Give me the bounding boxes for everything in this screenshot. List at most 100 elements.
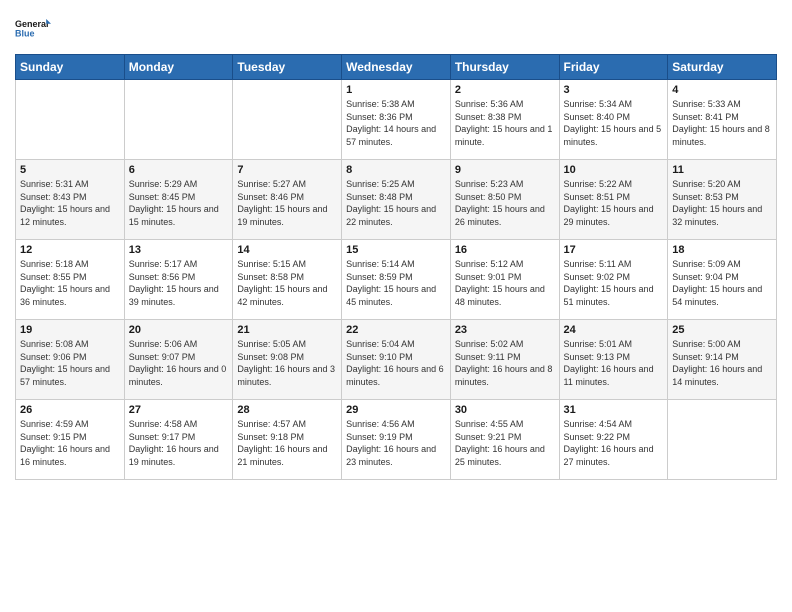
week-row-3: 12 Sunrise: 5:18 AMSunset: 8:55 PMDayligh… (16, 240, 777, 320)
day-number: 12 (20, 244, 120, 256)
calendar-cell: 22 Sunrise: 5:04 AMSunset: 9:10 PMDayligh… (342, 320, 451, 400)
day-info: Sunrise: 5:06 AMSunset: 9:07 PMDaylight:… (129, 338, 229, 388)
calendar-cell: 13 Sunrise: 5:17 AMSunset: 8:56 PMDayligh… (124, 240, 233, 320)
weekday-header-tuesday: Tuesday (233, 55, 342, 80)
calendar-cell: 12 Sunrise: 5:18 AMSunset: 8:55 PMDayligh… (16, 240, 125, 320)
day-info: Sunrise: 4:56 AMSunset: 9:19 PMDaylight:… (346, 418, 446, 468)
day-info: Sunrise: 5:29 AMSunset: 8:45 PMDaylight:… (129, 178, 229, 228)
weekday-header-sunday: Sunday (16, 55, 125, 80)
day-info: Sunrise: 5:23 AMSunset: 8:50 PMDaylight:… (455, 178, 555, 228)
day-info: Sunrise: 5:38 AMSunset: 8:36 PMDaylight:… (346, 98, 446, 148)
day-number: 16 (455, 244, 555, 256)
day-info: Sunrise: 5:14 AMSunset: 8:59 PMDaylight:… (346, 258, 446, 308)
calendar-cell: 4 Sunrise: 5:33 AMSunset: 8:41 PMDaylight… (668, 80, 777, 160)
calendar-cell: 29 Sunrise: 4:56 AMSunset: 9:19 PMDayligh… (342, 400, 451, 480)
calendar-cell: 8 Sunrise: 5:25 AMSunset: 8:48 PMDaylight… (342, 160, 451, 240)
day-info: Sunrise: 5:34 AMSunset: 8:40 PMDaylight:… (564, 98, 664, 148)
day-number: 6 (129, 164, 229, 176)
day-info: Sunrise: 5:31 AMSunset: 8:43 PMDaylight:… (20, 178, 120, 228)
svg-text:Blue: Blue (15, 28, 35, 38)
calendar-cell (233, 80, 342, 160)
day-info: Sunrise: 4:54 AMSunset: 9:22 PMDaylight:… (564, 418, 664, 468)
weekday-header-monday: Monday (124, 55, 233, 80)
day-info: Sunrise: 4:55 AMSunset: 9:21 PMDaylight:… (455, 418, 555, 468)
calendar-cell: 15 Sunrise: 5:14 AMSunset: 8:59 PMDayligh… (342, 240, 451, 320)
day-number: 20 (129, 324, 229, 336)
day-info: Sunrise: 5:22 AMSunset: 8:51 PMDaylight:… (564, 178, 664, 228)
calendar-cell: 17 Sunrise: 5:11 AMSunset: 9:02 PMDayligh… (559, 240, 668, 320)
day-info: Sunrise: 5:20 AMSunset: 8:53 PMDaylight:… (672, 178, 772, 228)
day-info: Sunrise: 5:25 AMSunset: 8:48 PMDaylight:… (346, 178, 446, 228)
day-info: Sunrise: 4:57 AMSunset: 9:18 PMDaylight:… (237, 418, 337, 468)
day-number: 19 (20, 324, 120, 336)
day-info: Sunrise: 5:11 AMSunset: 9:02 PMDaylight:… (564, 258, 664, 308)
calendar-cell: 23 Sunrise: 5:02 AMSunset: 9:11 PMDayligh… (450, 320, 559, 400)
calendar-cell: 7 Sunrise: 5:27 AMSunset: 8:46 PMDaylight… (233, 160, 342, 240)
day-number: 22 (346, 324, 446, 336)
calendar-cell: 21 Sunrise: 5:05 AMSunset: 9:08 PMDayligh… (233, 320, 342, 400)
calendar-cell: 28Sunrise: 4:57 AMSunset: 9:18 PMDayligh… (233, 400, 342, 480)
calendar-cell (668, 400, 777, 480)
day-info: Sunrise: 5:15 AMSunset: 8:58 PMDaylight:… (237, 258, 337, 308)
day-info: Sunrise: 4:58 AMSunset: 9:17 PMDaylight:… (129, 418, 229, 468)
calendar-cell: 9 Sunrise: 5:23 AMSunset: 8:50 PMDaylight… (450, 160, 559, 240)
calendar-cell: 2 Sunrise: 5:36 AMSunset: 8:38 PMDaylight… (450, 80, 559, 160)
calendar-cell: 16 Sunrise: 5:12 AMSunset: 9:01 PMDayligh… (450, 240, 559, 320)
day-number: 1 (346, 84, 446, 96)
day-number: 3 (564, 84, 664, 96)
day-info: Sunrise: 5:17 AMSunset: 8:56 PMDaylight:… (129, 258, 229, 308)
day-number: 5 (20, 164, 120, 176)
day-info: Sunrise: 5:02 AMSunset: 9:11 PMDaylight:… (455, 338, 555, 388)
day-info: Sunrise: 5:05 AMSunset: 9:08 PMDaylight:… (237, 338, 337, 388)
calendar-cell: 26Sunrise: 4:59 AMSunset: 9:15 PMDayligh… (16, 400, 125, 480)
logo: General Blue (15, 10, 51, 46)
week-row-1: 1 Sunrise: 5:38 AMSunset: 8:36 PMDaylight… (16, 80, 777, 160)
day-info: Sunrise: 5:08 AMSunset: 9:06 PMDaylight:… (20, 338, 120, 388)
day-number: 23 (455, 324, 555, 336)
day-number: 7 (237, 164, 337, 176)
day-number: 8 (346, 164, 446, 176)
day-info: Sunrise: 5:01 AMSunset: 9:13 PMDaylight:… (564, 338, 664, 388)
day-info: Sunrise: 5:27 AMSunset: 8:46 PMDaylight:… (237, 178, 337, 228)
calendar-cell: 11 Sunrise: 5:20 AMSunset: 8:53 PMDayligh… (668, 160, 777, 240)
day-info: Sunrise: 5:00 AMSunset: 9:14 PMDaylight:… (672, 338, 772, 388)
day-number: 2 (455, 84, 555, 96)
day-number: 14 (237, 244, 337, 256)
calendar-cell: 6 Sunrise: 5:29 AMSunset: 8:45 PMDaylight… (124, 160, 233, 240)
day-info: Sunrise: 5:04 AMSunset: 9:10 PMDaylight:… (346, 338, 446, 388)
day-info: Sunrise: 5:09 AMSunset: 9:04 PMDaylight:… (672, 258, 772, 308)
day-number: 15 (346, 244, 446, 256)
weekday-header-row: SundayMondayTuesdayWednesdayThursdayFrid… (16, 55, 777, 80)
day-number: 4 (672, 84, 772, 96)
calendar-cell: 27 Sunrise: 4:58 AMSunset: 9:17 PMDayligh… (124, 400, 233, 480)
day-number: 9 (455, 164, 555, 176)
calendar-cell: 24 Sunrise: 5:01 AMSunset: 9:13 PMDayligh… (559, 320, 668, 400)
day-number: 10 (564, 164, 664, 176)
logo-svg: General Blue (15, 10, 51, 46)
header: General Blue (15, 10, 777, 46)
day-number: 21 (237, 324, 337, 336)
day-number: 24 (564, 324, 664, 336)
calendar-cell (16, 80, 125, 160)
day-info: Sunrise: 5:18 AMSunset: 8:55 PMDaylight:… (20, 258, 120, 308)
day-info: Sunrise: 4:59 AMSunset: 9:15 PMDaylight:… (20, 418, 120, 468)
weekday-header-saturday: Saturday (668, 55, 777, 80)
day-number: 17 (564, 244, 664, 256)
calendar-cell: 30Sunrise: 4:55 AMSunset: 9:21 PMDayligh… (450, 400, 559, 480)
day-number: 29 (346, 404, 446, 416)
weekday-header-friday: Friday (559, 55, 668, 80)
day-number: 11 (672, 164, 772, 176)
week-row-5: 26Sunrise: 4:59 AMSunset: 9:15 PMDayligh… (16, 400, 777, 480)
calendar-cell (124, 80, 233, 160)
svg-text:General: General (15, 19, 49, 29)
calendar-cell: 18 Sunrise: 5:09 AMSunset: 9:04 PMDayligh… (668, 240, 777, 320)
calendar-cell: 14 Sunrise: 5:15 AMSunset: 8:58 PMDayligh… (233, 240, 342, 320)
day-number: 13 (129, 244, 229, 256)
day-number: 27 (129, 404, 229, 416)
day-number: 18 (672, 244, 772, 256)
day-info: Sunrise: 5:33 AMSunset: 8:41 PMDaylight:… (672, 98, 772, 148)
day-info: Sunrise: 5:12 AMSunset: 9:01 PMDaylight:… (455, 258, 555, 308)
calendar-cell: 3 Sunrise: 5:34 AMSunset: 8:40 PMDaylight… (559, 80, 668, 160)
calendar-cell: 25Sunrise: 5:00 AMSunset: 9:14 PMDayligh… (668, 320, 777, 400)
day-info: Sunrise: 5:36 AMSunset: 8:38 PMDaylight:… (455, 98, 555, 148)
